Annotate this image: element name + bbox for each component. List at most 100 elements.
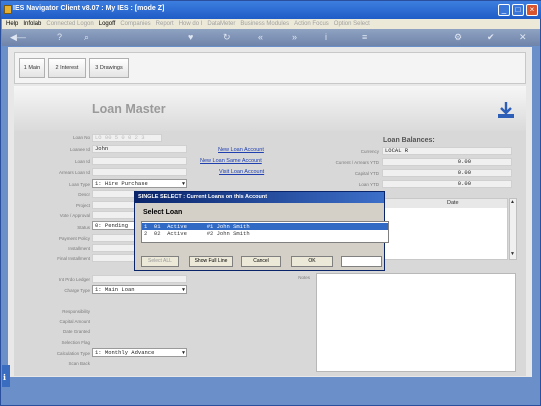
- dialog-caption: Select Loan: [143, 209, 183, 216]
- charge-type-select[interactable]: 1: Main Loan ▼: [92, 285, 187, 294]
- chevron-down-icon: ▼: [181, 287, 185, 293]
- menu-item-6[interactable]: How do I: [179, 21, 203, 27]
- current-arrears-label: Current / Arrears YTD: [335, 160, 379, 165]
- tab-label: 1 Main: [23, 65, 41, 71]
- status-label: Status: [77, 225, 90, 230]
- list-item[interactable]: 2 02 Active #2 John Smith: [142, 230, 388, 237]
- same-account-link[interactable]: New Loan Same Account: [200, 158, 262, 164]
- calc-type-value: 1: Monthly Advance: [95, 349, 155, 356]
- info-icon: ℹ: [3, 373, 7, 382]
- payment-policy-field[interactable]: [92, 234, 137, 242]
- tab-drawings[interactable]: 3 Drawings: [89, 58, 129, 78]
- responsibility-label: Responsibility: [62, 309, 90, 314]
- select-loan-dialog: SINGLE SELECT : Current Loans on this Ac…: [134, 191, 389, 271]
- loan-id-field[interactable]: [92, 157, 187, 165]
- scan-back-label: Scan Back: [68, 361, 90, 366]
- status-indicator: ℹ: [2, 365, 10, 387]
- loan-no-label: Loan No: [72, 135, 90, 140]
- loan-ytd-value: 0.00: [382, 180, 512, 188]
- selection-flag-label: Selection Flag: [61, 340, 90, 345]
- balances-title: Loan Balances:: [383, 137, 435, 144]
- descr-field[interactable]: [92, 190, 137, 198]
- menu-item-10[interactable]: Option Select: [334, 21, 370, 27]
- installment-field[interactable]: [92, 244, 137, 252]
- date-granted-label: Date Granted: [62, 329, 90, 334]
- ledger-label: Int Prdo Ledger: [58, 277, 90, 282]
- menu-item-2[interactable]: Connected Logon: [46, 21, 93, 27]
- minimize-button[interactable]: _: [498, 4, 510, 16]
- confirm-icon[interactable]: ✔: [487, 32, 495, 43]
- transactions-grid[interactable]: Date: [382, 198, 508, 260]
- final-installment-field[interactable]: [92, 254, 137, 262]
- loan-id-label: Loan Id: [74, 159, 90, 164]
- vote-label: Vote / Approval: [59, 213, 90, 218]
- loan-ytd-label: Loan YTD: [358, 182, 379, 187]
- current-arrears-value: 0.00: [382, 158, 512, 166]
- show-full-line-button[interactable]: Show Full Line: [189, 256, 233, 267]
- calc-type-select[interactable]: 1: Monthly Advance ▼: [92, 348, 187, 357]
- tab-main[interactable]: 1 Main: [19, 58, 45, 78]
- arrears-label: Arrears Loan Id: [58, 170, 90, 175]
- descr-label: Descr: [78, 192, 90, 197]
- loanee-field[interactable]: John: [92, 145, 187, 153]
- toolbar: ◀— ? ⌕ ♥ ↻ « » i ≡ ⚙ ✔ ✕: [2, 29, 540, 46]
- menu-item-5[interactable]: Report: [156, 21, 174, 27]
- currency-label: Currency: [360, 149, 379, 154]
- info-icon[interactable]: i: [325, 32, 327, 42]
- cancel-button[interactable]: Cancel: [241, 256, 281, 267]
- project-label: Project: [75, 203, 90, 208]
- menu-item-4[interactable]: Companies: [120, 21, 150, 27]
- download-icon[interactable]: [496, 100, 516, 120]
- menu-item-8[interactable]: Business Modules: [240, 21, 289, 27]
- back-icon[interactable]: ◀—: [10, 32, 26, 43]
- new-loan-link[interactable]: New Loan Account: [218, 147, 264, 153]
- scroll-up-icon[interactable]: ▲: [510, 199, 515, 205]
- loan-type-value: 1: Hire Purchase: [95, 180, 148, 187]
- list-item[interactable]: 1 01 Active #1 John Smith: [142, 223, 388, 230]
- loan-type-select[interactable]: 1: Hire Purchase ▼: [92, 179, 187, 188]
- list-icon[interactable]: ≡: [362, 32, 367, 42]
- help-icon[interactable]: ?: [57, 32, 62, 42]
- ledger-field[interactable]: [92, 275, 187, 283]
- tab-label: 3 Drawings: [95, 65, 123, 71]
- close-button[interactable]: ×: [526, 4, 538, 16]
- app-logo-icon: [4, 5, 12, 14]
- arrears-field[interactable]: [92, 168, 187, 176]
- charge-type-label: Charge Type: [64, 288, 90, 293]
- ok-button[interactable]: OK: [291, 256, 333, 267]
- settings-icon[interactable]: ⚙: [454, 32, 462, 43]
- title-bar[interactable]: IES Navigator Client v8.07 : My IES : [m…: [1, 1, 541, 19]
- menu-item-9[interactable]: Action Focus: [294, 21, 329, 27]
- select-all-button[interactable]: Select ALL: [141, 256, 179, 267]
- menu-item-1[interactable]: Infolab: [23, 21, 41, 27]
- favorite-icon[interactable]: ♥: [188, 32, 193, 42]
- tab-label: 2 Interest: [55, 65, 79, 71]
- loanee-label: Loanee Id: [69, 147, 90, 152]
- scroll-down-icon[interactable]: ▼: [510, 251, 515, 257]
- final-installment-label: Final Installment: [57, 256, 90, 261]
- last-record-icon[interactable]: »: [292, 32, 297, 42]
- date-column-header[interactable]: Date: [383, 199, 507, 208]
- installment-label: Installment: [68, 246, 90, 251]
- menu-item-0[interactable]: Help: [6, 21, 18, 27]
- vote-field[interactable]: [92, 211, 137, 219]
- project-field[interactable]: [92, 201, 137, 209]
- search-icon[interactable]: ⌕: [84, 32, 89, 43]
- loan-list[interactable]: 1 01 Active #1 John Smith 2 02 Active #2…: [141, 221, 389, 243]
- menu-item-3[interactable]: Logoff: [99, 21, 116, 27]
- loan-no-field[interactable]: LO 00 5 0 0 2 3: [92, 134, 162, 142]
- status-value: 0: Pending: [95, 222, 129, 229]
- first-record-icon[interactable]: «: [258, 32, 263, 42]
- menu-bar: Help Infolab Connected Logon Logoff Companie…: [2, 19, 540, 29]
- refresh-icon[interactable]: ↻: [223, 32, 231, 43]
- grid-scrollbar[interactable]: ▲ ▼: [509, 198, 517, 260]
- dialog-title[interactable]: SINGLE SELECT : Current Loans on this Ac…: [135, 192, 384, 203]
- visit-loan-link[interactable]: Visit Loan Account: [219, 169, 264, 175]
- dialog-blank-field[interactable]: [341, 256, 382, 267]
- tab-interest[interactable]: 2 Interest: [48, 58, 86, 78]
- status-select[interactable]: 0: Pending: [92, 221, 137, 230]
- exit-icon[interactable]: ✕: [519, 32, 527, 43]
- maximize-button[interactable]: □: [512, 4, 524, 16]
- notes-textarea[interactable]: [316, 273, 516, 372]
- menu-item-7[interactable]: DataMeter: [207, 21, 235, 27]
